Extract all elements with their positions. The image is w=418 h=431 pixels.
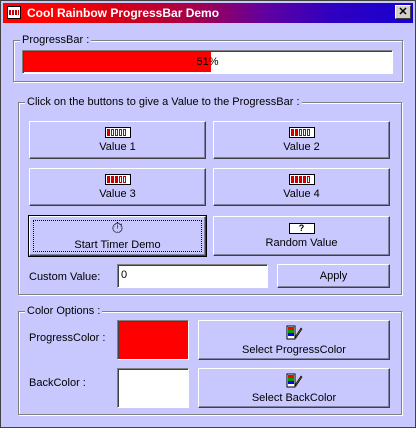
close-button[interactable]: ✕ [395, 5, 411, 19]
color-options-legend: Color Options : [25, 305, 103, 317]
progress-bar: 51% [22, 50, 393, 74]
start-timer-label: Start Timer Demo [74, 239, 161, 251]
custom-value-text: 0 [121, 269, 128, 281]
select-progress-color-button[interactable]: Select ProgressColor [198, 320, 390, 360]
title-bar[interactable]: Cool Rainbow ProgressBar Demo ✕ [3, 3, 413, 23]
back-color-swatch [117, 368, 189, 408]
question-bar-icon: ? [288, 223, 315, 234]
value-2-button[interactable]: Value 2 [213, 121, 390, 159]
back-color-label: BackColor : [29, 377, 86, 389]
apply-button[interactable]: Apply [277, 264, 390, 288]
value-1-button[interactable]: Value 1 [29, 121, 206, 159]
progress-bar-text: 51% [196, 56, 219, 68]
progressbar-group-legend: ProgressBar : [20, 34, 92, 46]
app-window: Cool Rainbow ProgressBar Demo ✕ Progress… [0, 0, 416, 428]
random-value-label: Random Value [265, 237, 338, 249]
value-1-label: Value 1 [99, 141, 136, 153]
values-group: Click on the buttons to give a Value to … [18, 96, 402, 295]
value-3-label: Value 3 [99, 188, 136, 200]
progress-bar-icon [288, 174, 315, 185]
progress-color-label: ProgressColor : [29, 332, 106, 344]
progress-color-swatch [117, 320, 189, 360]
color-picker-icon [286, 373, 303, 387]
stopwatch-icon: ⏱ [111, 219, 124, 237]
value-3-button[interactable]: Value 3 [29, 168, 206, 206]
random-value-button[interactable]: ? Random Value [213, 216, 390, 256]
progress-bar-icon [104, 127, 131, 138]
select-back-color-label: Select BackColor [251, 391, 337, 404]
app-icon [7, 6, 21, 19]
progressbar-group: ProgressBar : 51% [13, 34, 403, 82]
custom-value-label: Custom Value: [29, 271, 101, 283]
custom-value-input[interactable]: 0 [117, 264, 268, 288]
start-timer-button[interactable]: ⏱ Start Timer Demo [28, 215, 207, 257]
value-4-label: Value 4 [283, 188, 320, 200]
value-4-button[interactable]: Value 4 [213, 168, 390, 206]
progress-bar-icon [288, 127, 315, 138]
color-picker-icon [286, 325, 303, 339]
value-2-label: Value 2 [283, 141, 320, 153]
window-title: Cool Rainbow ProgressBar Demo [27, 6, 220, 20]
select-back-color-button[interactable]: Select BackColor [198, 368, 390, 408]
values-group-legend: Click on the buttons to give a Value to … [25, 96, 302, 108]
select-progress-color-label: Select ProgressColor [242, 343, 346, 356]
apply-label: Apply [319, 270, 348, 282]
color-options-group: Color Options : ProgressColor : Select P… [18, 305, 402, 415]
progress-bar-icon [104, 174, 131, 185]
